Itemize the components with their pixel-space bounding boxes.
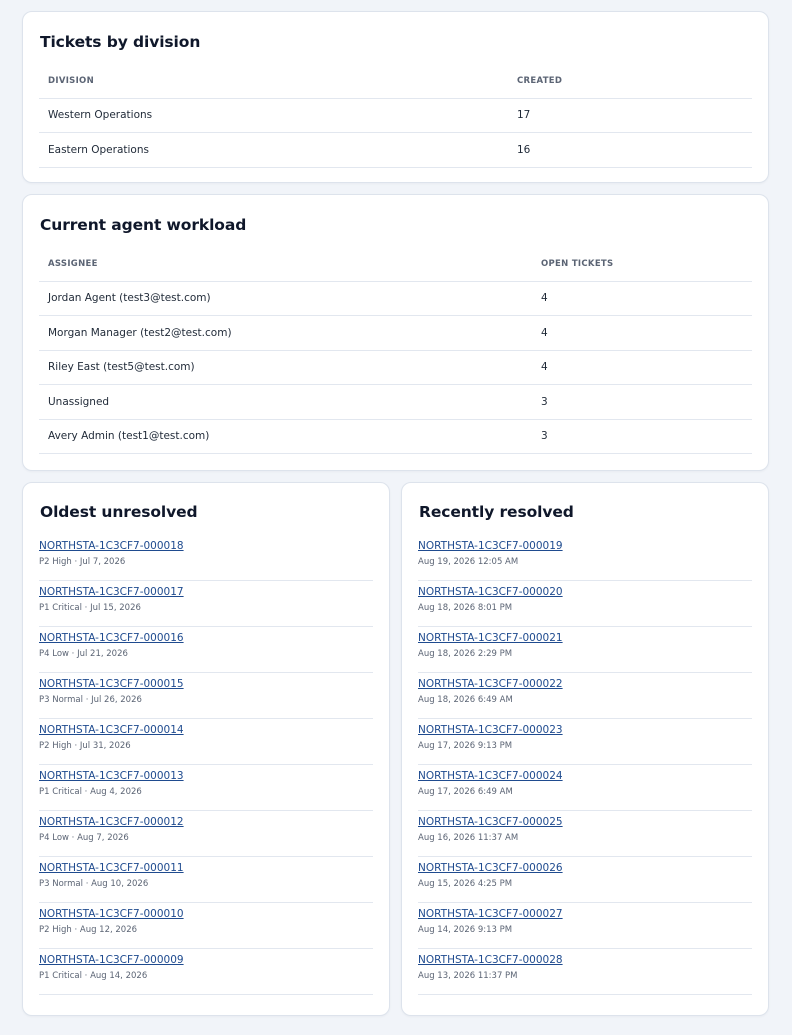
ticket-link[interactable]: NORTHSTA-1C3CF7-000023 — [418, 723, 752, 738]
ticket-link[interactable]: NORTHSTA-1C3CF7-000017 — [39, 585, 373, 600]
table-row: Eastern Operations 16 — [39, 132, 752, 168]
workload-table-header: ASSIGNEE OPEN TICKETS — [39, 247, 752, 282]
ticket-link[interactable]: NORTHSTA-1C3CF7-000021 — [418, 631, 752, 646]
table-row: Western Operations 17 — [39, 98, 752, 133]
list-item: NORTHSTA-1C3CF7-000010 P2 High · Aug 12, … — [39, 903, 373, 949]
division-card-title: Tickets by division — [40, 33, 201, 51]
list-item: NORTHSTA-1C3CF7-000025 Aug 16, 2026 11:37… — [418, 811, 752, 857]
list-item: NORTHSTA-1C3CF7-000028 Aug 13, 2026 11:37… — [418, 949, 752, 995]
ticket-meta: Aug 13, 2026 11:37 PM — [418, 971, 518, 981]
open-tickets-column-header: OPEN TICKETS — [532, 247, 752, 282]
ticket-meta: P3 Normal · Aug 10, 2026 — [39, 879, 149, 889]
open-ticket-count: 4 — [532, 350, 752, 385]
open-ticket-count: 3 — [532, 419, 752, 454]
oldest-unresolved-title: Oldest unresolved — [40, 503, 198, 521]
table-row: Riley East (test5@test.com) 4 — [39, 350, 752, 385]
ticket-meta: Aug 15, 2026 4:25 PM — [418, 879, 513, 889]
ticket-meta: P2 High · Jul 31, 2026 — [39, 741, 131, 751]
ticket-meta: P4 Low · Aug 7, 2026 — [39, 833, 129, 843]
list-item: NORTHSTA-1C3CF7-000020 Aug 18, 2026 8:01 … — [418, 581, 752, 627]
assignee-name: Unassigned — [39, 384, 532, 420]
ticket-meta: Aug 18, 2026 8:01 PM — [418, 603, 513, 613]
list-item: NORTHSTA-1C3CF7-000014 P2 High · Jul 31, … — [39, 719, 373, 765]
ticket-meta: P1 Critical · Aug 4, 2026 — [39, 787, 142, 797]
ticket-link[interactable]: NORTHSTA-1C3CF7-000011 — [39, 861, 373, 876]
list-item: NORTHSTA-1C3CF7-000026 Aug 15, 2026 4:25 … — [418, 857, 752, 903]
oldest-unresolved-card: Oldest unresolved NORTHSTA-1C3CF7-000018… — [22, 482, 390, 1016]
created-count: 16 — [508, 132, 752, 168]
ticket-link[interactable]: NORTHSTA-1C3CF7-000025 — [418, 815, 752, 830]
ticket-meta: P4 Low · Jul 21, 2026 — [39, 649, 128, 659]
workload-card-title: Current agent workload — [40, 216, 247, 234]
workload-table: ASSIGNEE OPEN TICKETS Jordan Agent (test… — [39, 247, 752, 454]
open-ticket-count: 4 — [532, 315, 752, 351]
list-item: NORTHSTA-1C3CF7-000018 P2 High · Jul 7, 2… — [39, 535, 373, 581]
ticket-link[interactable]: NORTHSTA-1C3CF7-000014 — [39, 723, 373, 738]
list-item: NORTHSTA-1C3CF7-000017 P1 Critical · Jul … — [39, 581, 373, 627]
ticket-meta: Aug 16, 2026 11:37 AM — [418, 833, 519, 843]
ticket-meta: P2 High · Jul 7, 2026 — [39, 557, 126, 567]
ticket-meta: Aug 19, 2026 12:05 AM — [418, 557, 519, 567]
list-item: NORTHSTA-1C3CF7-000021 Aug 18, 2026 2:29 … — [418, 627, 752, 673]
ticket-link[interactable]: NORTHSTA-1C3CF7-000016 — [39, 631, 373, 646]
ticket-link[interactable]: NORTHSTA-1C3CF7-000013 — [39, 769, 373, 784]
ticket-meta: Aug 14, 2026 9:13 PM — [418, 925, 513, 935]
list-item: NORTHSTA-1C3CF7-000009 P1 Critical · Aug … — [39, 949, 373, 995]
list-item: NORTHSTA-1C3CF7-000013 P1 Critical · Aug … — [39, 765, 373, 811]
division-card: Tickets by division DIVISION CREATED Wes… — [22, 11, 769, 183]
ticket-link[interactable]: NORTHSTA-1C3CF7-000010 — [39, 907, 373, 922]
division-table-header: DIVISION CREATED — [39, 64, 752, 99]
list-item: NORTHSTA-1C3CF7-000027 Aug 14, 2026 9:13 … — [418, 903, 752, 949]
ticket-meta: P3 Normal · Jul 26, 2026 — [39, 695, 142, 705]
ticket-link[interactable]: NORTHSTA-1C3CF7-000015 — [39, 677, 373, 692]
table-row: Morgan Manager (test2@test.com) 4 — [39, 315, 752, 351]
ticket-link[interactable]: NORTHSTA-1C3CF7-000012 — [39, 815, 373, 830]
table-row: Avery Admin (test1@test.com) 3 — [39, 419, 752, 454]
assignee-column-header: ASSIGNEE — [39, 247, 532, 282]
ticket-meta: Aug 17, 2026 6:49 AM — [418, 787, 513, 797]
ticket-meta: Aug 18, 2026 6:49 AM — [418, 695, 513, 705]
oldest-unresolved-list: NORTHSTA-1C3CF7-000018 P2 High · Jul 7, 2… — [39, 535, 373, 995]
ticket-link[interactable]: NORTHSTA-1C3CF7-000028 — [418, 953, 752, 968]
table-row: Unassigned 3 — [39, 384, 752, 420]
list-item: NORTHSTA-1C3CF7-000012 P4 Low · Aug 7, 20… — [39, 811, 373, 857]
assignee-name: Jordan Agent (test3@test.com) — [39, 281, 532, 316]
ticket-link[interactable]: NORTHSTA-1C3CF7-000027 — [418, 907, 752, 922]
division-name: Western Operations — [39, 98, 508, 133]
list-item: NORTHSTA-1C3CF7-000022 Aug 18, 2026 6:49 … — [418, 673, 752, 719]
ticket-link[interactable]: NORTHSTA-1C3CF7-000022 — [418, 677, 752, 692]
ticket-link[interactable]: NORTHSTA-1C3CF7-000020 — [418, 585, 752, 600]
assignee-name: Avery Admin (test1@test.com) — [39, 419, 532, 454]
division-table: DIVISION CREATED Western Operations 17 E… — [39, 64, 752, 168]
ticket-link[interactable]: NORTHSTA-1C3CF7-000024 — [418, 769, 752, 784]
table-row: Jordan Agent (test3@test.com) 4 — [39, 281, 752, 316]
ticket-link[interactable]: NORTHSTA-1C3CF7-000009 — [39, 953, 373, 968]
recently-resolved-list: NORTHSTA-1C3CF7-000019 Aug 19, 2026 12:05… — [418, 535, 752, 995]
ticket-meta: P1 Critical · Aug 14, 2026 — [39, 971, 148, 981]
ticket-meta: P1 Critical · Jul 15, 2026 — [39, 603, 141, 613]
ticket-meta: Aug 18, 2026 2:29 PM — [418, 649, 513, 659]
list-item: NORTHSTA-1C3CF7-000016 P4 Low · Jul 21, 2… — [39, 627, 373, 673]
recently-resolved-card: Recently resolved NORTHSTA-1C3CF7-000019… — [401, 482, 769, 1016]
assignee-name: Morgan Manager (test2@test.com) — [39, 315, 532, 351]
ticket-link[interactable]: NORTHSTA-1C3CF7-000026 — [418, 861, 752, 876]
workload-card: Current agent workload ASSIGNEE OPEN TIC… — [22, 194, 769, 471]
ticket-meta: P2 High · Aug 12, 2026 — [39, 925, 138, 935]
division-column-header: DIVISION — [39, 64, 508, 99]
ticket-meta: Aug 17, 2026 9:13 PM — [418, 741, 513, 751]
list-item: NORTHSTA-1C3CF7-000019 Aug 19, 2026 12:05… — [418, 535, 752, 581]
ticket-link[interactable]: NORTHSTA-1C3CF7-000018 — [39, 539, 373, 554]
open-ticket-count: 4 — [532, 281, 752, 316]
list-item: NORTHSTA-1C3CF7-000015 P3 Normal · Jul 26… — [39, 673, 373, 719]
list-item: NORTHSTA-1C3CF7-000011 P3 Normal · Aug 10… — [39, 857, 373, 903]
assignee-name: Riley East (test5@test.com) — [39, 350, 532, 385]
created-count: 17 — [508, 98, 752, 133]
ticket-link[interactable]: NORTHSTA-1C3CF7-000019 — [418, 539, 752, 554]
list-item: NORTHSTA-1C3CF7-000023 Aug 17, 2026 9:13 … — [418, 719, 752, 765]
recently-resolved-title: Recently resolved — [419, 503, 574, 521]
created-column-header: CREATED — [508, 64, 752, 99]
open-ticket-count: 3 — [532, 384, 752, 420]
division-name: Eastern Operations — [39, 132, 508, 168]
list-item: NORTHSTA-1C3CF7-000024 Aug 17, 2026 6:49 … — [418, 765, 752, 811]
